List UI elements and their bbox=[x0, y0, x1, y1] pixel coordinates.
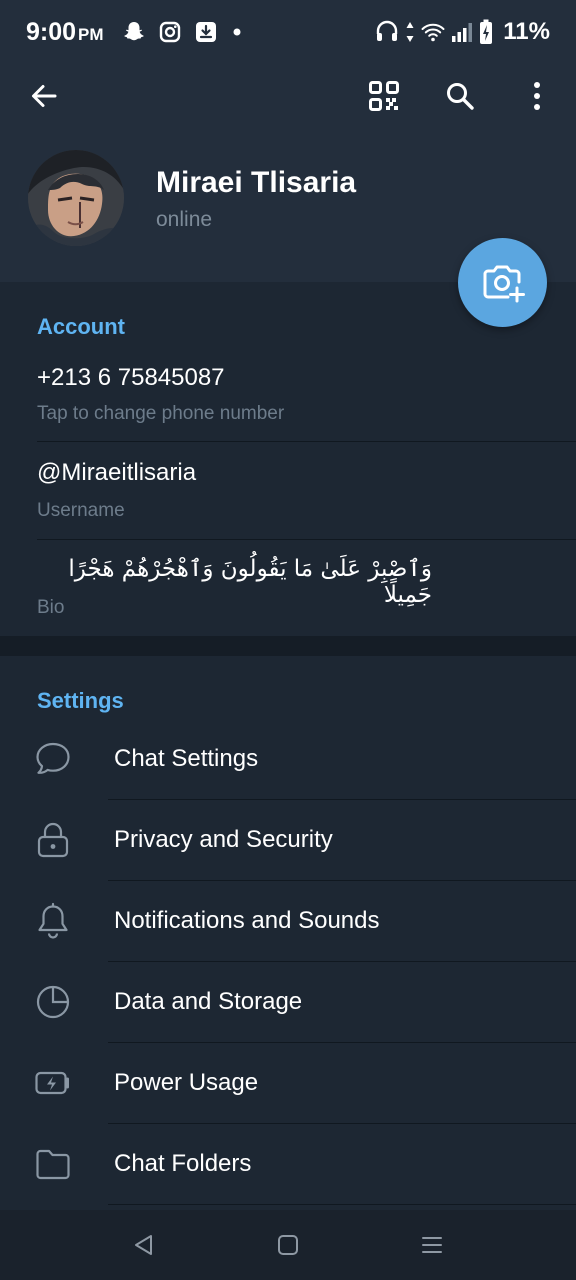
divider bbox=[108, 1123, 576, 1124]
system-navigation-bar bbox=[0, 1210, 576, 1280]
profile-status: online bbox=[156, 208, 213, 231]
divider bbox=[108, 961, 576, 962]
username: @Miraeitlisaria bbox=[37, 459, 197, 486]
settings-item-label: Power Usage bbox=[114, 1069, 259, 1096]
status-time-value: 9:00 bbox=[26, 18, 77, 46]
settings-item-chat-settings[interactable]: Chat Settings bbox=[0, 720, 576, 800]
avatar-image bbox=[28, 150, 124, 246]
camera-add-icon bbox=[483, 265, 525, 302]
settings-item-power-usage[interactable]: Power Usage bbox=[0, 1044, 576, 1124]
settings-item-label: Data and Storage bbox=[114, 988, 303, 1015]
settings-section: Settings Chat Settings Privacy and Secur… bbox=[0, 656, 576, 1210]
data-transfer-icon bbox=[406, 22, 414, 42]
search-button[interactable] bbox=[440, 76, 480, 116]
divider bbox=[108, 880, 576, 881]
bell-icon bbox=[38, 902, 68, 939]
settings-section-title: Settings bbox=[37, 688, 124, 713]
set-profile-photo-button[interactable] bbox=[458, 238, 547, 327]
account-section: Account +213 6 75845087 Tap to change ph… bbox=[0, 282, 576, 636]
folder-icon bbox=[36, 1149, 70, 1180]
bio-row[interactable]: وَٱصْبِرْ عَلَىٰ مَا يَقُولُونَ وَٱهْجُر… bbox=[0, 540, 576, 636]
divider bbox=[108, 1204, 576, 1205]
download-notification-icon bbox=[196, 22, 216, 42]
arrow-left-icon bbox=[32, 85, 57, 107]
username-label: Username bbox=[37, 500, 125, 521]
instagram-icon bbox=[159, 21, 181, 43]
menu-lines-icon bbox=[422, 1237, 442, 1253]
section-separator bbox=[0, 636, 576, 656]
more-vertical-icon bbox=[534, 82, 540, 110]
phone-number-hint: Tap to change phone number bbox=[37, 403, 285, 424]
avatar[interactable] bbox=[28, 150, 124, 246]
settings-item-notifications-sounds[interactable]: Notifications and Sounds bbox=[0, 882, 576, 962]
settings-item-label: Notifications and Sounds bbox=[114, 907, 380, 934]
bio-label: Bio bbox=[37, 597, 65, 618]
back-button[interactable] bbox=[24, 76, 64, 116]
settings-item-data-storage[interactable]: Data and Storage bbox=[0, 963, 576, 1043]
account-section-title: Account bbox=[37, 314, 125, 339]
square-home-icon bbox=[278, 1235, 298, 1255]
pie-chart-icon bbox=[36, 985, 70, 1019]
cellular-signal-icon bbox=[452, 23, 473, 42]
divider bbox=[108, 1042, 576, 1043]
chat-bubble-icon bbox=[36, 742, 70, 774]
headphones-icon bbox=[377, 20, 398, 41]
bio-text: وَٱصْبِرْ عَلَىٰ مَا يَقُولُونَ وَٱهْجُر… bbox=[68, 556, 432, 608]
divider bbox=[108, 799, 576, 800]
notification-icons bbox=[122, 19, 244, 45]
battery-percentage: 11% bbox=[503, 18, 550, 45]
settings-item-label: Chat Folders bbox=[114, 1150, 252, 1177]
settings-item-chat-folders[interactable]: Chat Folders bbox=[0, 1125, 576, 1205]
wifi-icon bbox=[421, 23, 445, 42]
app-bar bbox=[0, 64, 576, 128]
status-time-ampm: PM bbox=[78, 25, 104, 44]
nav-home-button[interactable] bbox=[273, 1230, 303, 1260]
battery-bolt-icon bbox=[35, 1071, 69, 1095]
settings-item-privacy-security[interactable]: Privacy and Security bbox=[0, 801, 576, 881]
phone-number: +213 6 75845087 bbox=[37, 364, 225, 391]
nav-back-button[interactable] bbox=[128, 1230, 158, 1260]
phone-number-row[interactable]: +213 6 75845087 Tap to change phone numb… bbox=[0, 348, 576, 442]
battery-charging-icon bbox=[480, 19, 493, 44]
qr-code-button[interactable] bbox=[364, 76, 404, 116]
more-options-button[interactable] bbox=[517, 76, 557, 116]
more-notifications-dot-icon bbox=[233, 28, 241, 36]
settings-item-label: Privacy and Security bbox=[114, 826, 333, 853]
snapchat-icon bbox=[124, 22, 144, 41]
search-icon bbox=[447, 83, 474, 110]
settings-item-label: Chat Settings bbox=[114, 745, 259, 772]
username-row[interactable]: @Miraeitlisaria Username bbox=[0, 442, 576, 539]
system-icons: 11% bbox=[375, 17, 550, 47]
status-time: 9:00 PM bbox=[26, 18, 104, 47]
profile-name: Miraei Tlisaria bbox=[156, 166, 357, 199]
triangle-back-icon bbox=[135, 1235, 152, 1255]
lock-icon bbox=[37, 822, 69, 858]
status-bar: 9:00 PM 11% bbox=[0, 0, 576, 64]
qr-code-icon bbox=[369, 81, 399, 111]
nav-recents-button[interactable] bbox=[417, 1230, 447, 1260]
